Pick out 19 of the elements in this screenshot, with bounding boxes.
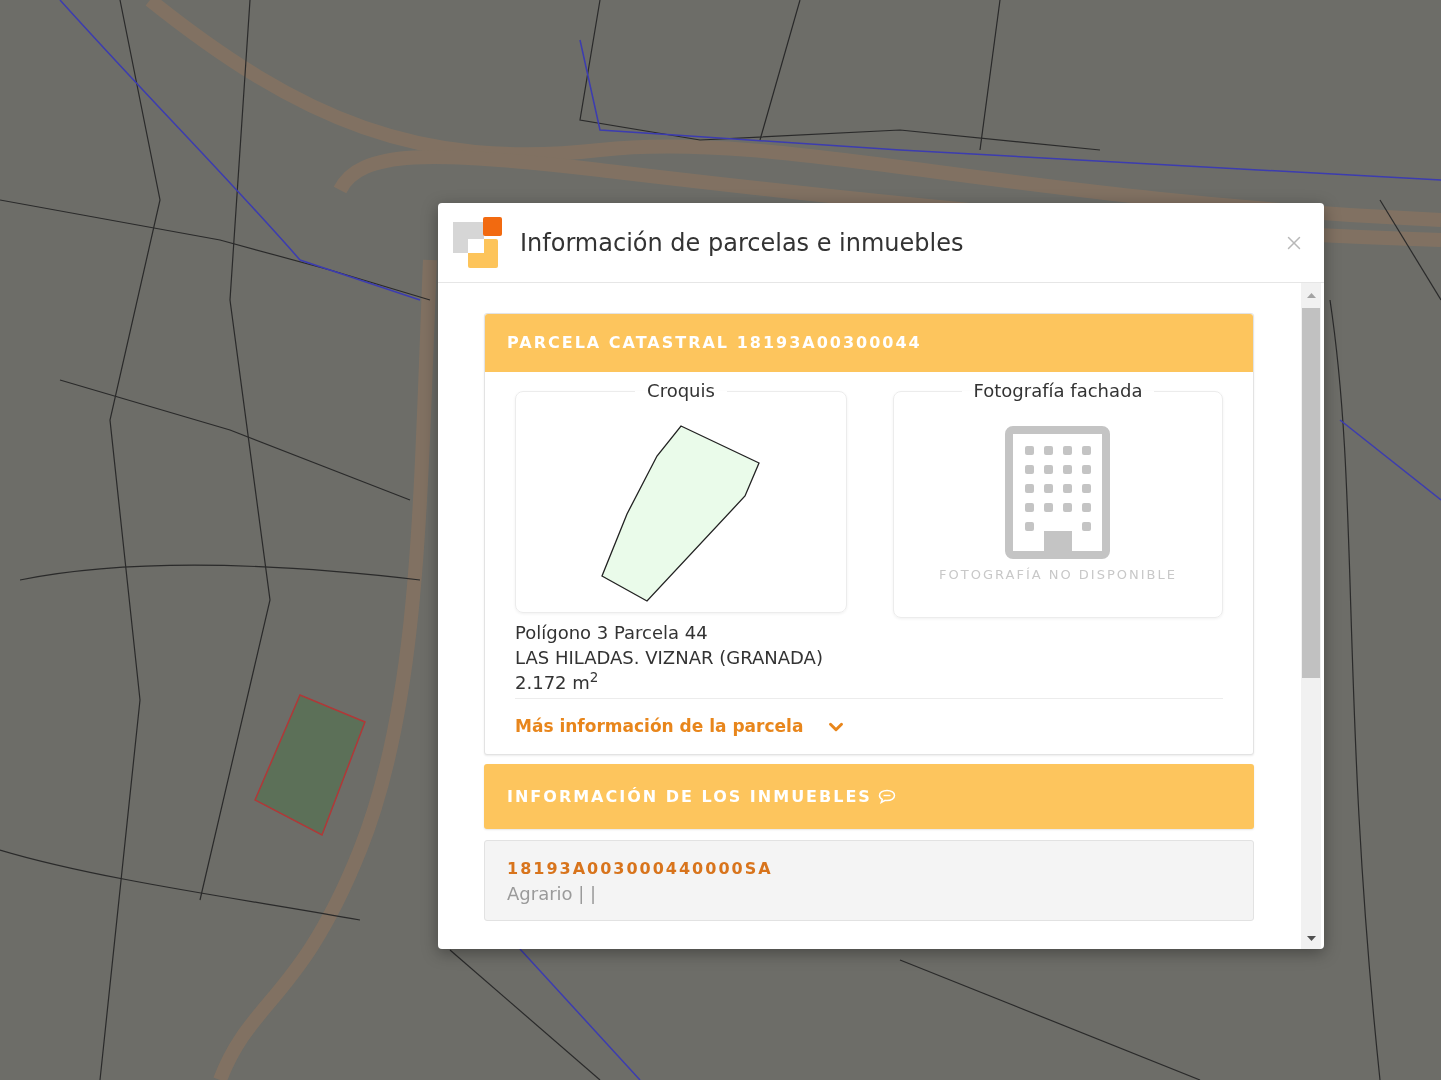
scroll-down-icon[interactable] xyxy=(1306,936,1316,941)
property-reference: 18193A003000440000SA xyxy=(507,857,773,880)
logo-icon xyxy=(453,217,503,268)
parcel-detail-text: Polígono 3 Parcela 44 xyxy=(515,621,708,645)
dialog-title: Información de parcelas e inmuebles xyxy=(520,227,964,259)
parcel-heading: PARCELA CATASTRAL 18193A00300044 xyxy=(485,314,1253,372)
parcel-detail-text: LAS HILADAS. VIZNAR (GRANADA) xyxy=(515,646,823,670)
property-description: Agrario | | xyxy=(507,881,597,906)
sketch-legend: Croquis xyxy=(635,380,727,402)
building-icon xyxy=(1005,426,1111,559)
properties-heading-text: INFORMACIÓN DE LOS INMUEBLES xyxy=(507,785,872,808)
speech-bubble-icon xyxy=(877,789,896,804)
more-info-link[interactable]: Más información de la parcela xyxy=(515,713,848,740)
photo-legend: Fotografía fachada xyxy=(961,380,1155,402)
property-card[interactable]: 18193A003000440000SA Agrario | | xyxy=(484,840,1254,921)
scrollbar[interactable] xyxy=(1301,283,1321,949)
scrollbar-thumb[interactable] xyxy=(1302,308,1320,678)
scroll-up-icon[interactable] xyxy=(1306,293,1316,298)
parcel-detail-text: 2.172 m$^{2}$ xyxy=(515,670,599,695)
